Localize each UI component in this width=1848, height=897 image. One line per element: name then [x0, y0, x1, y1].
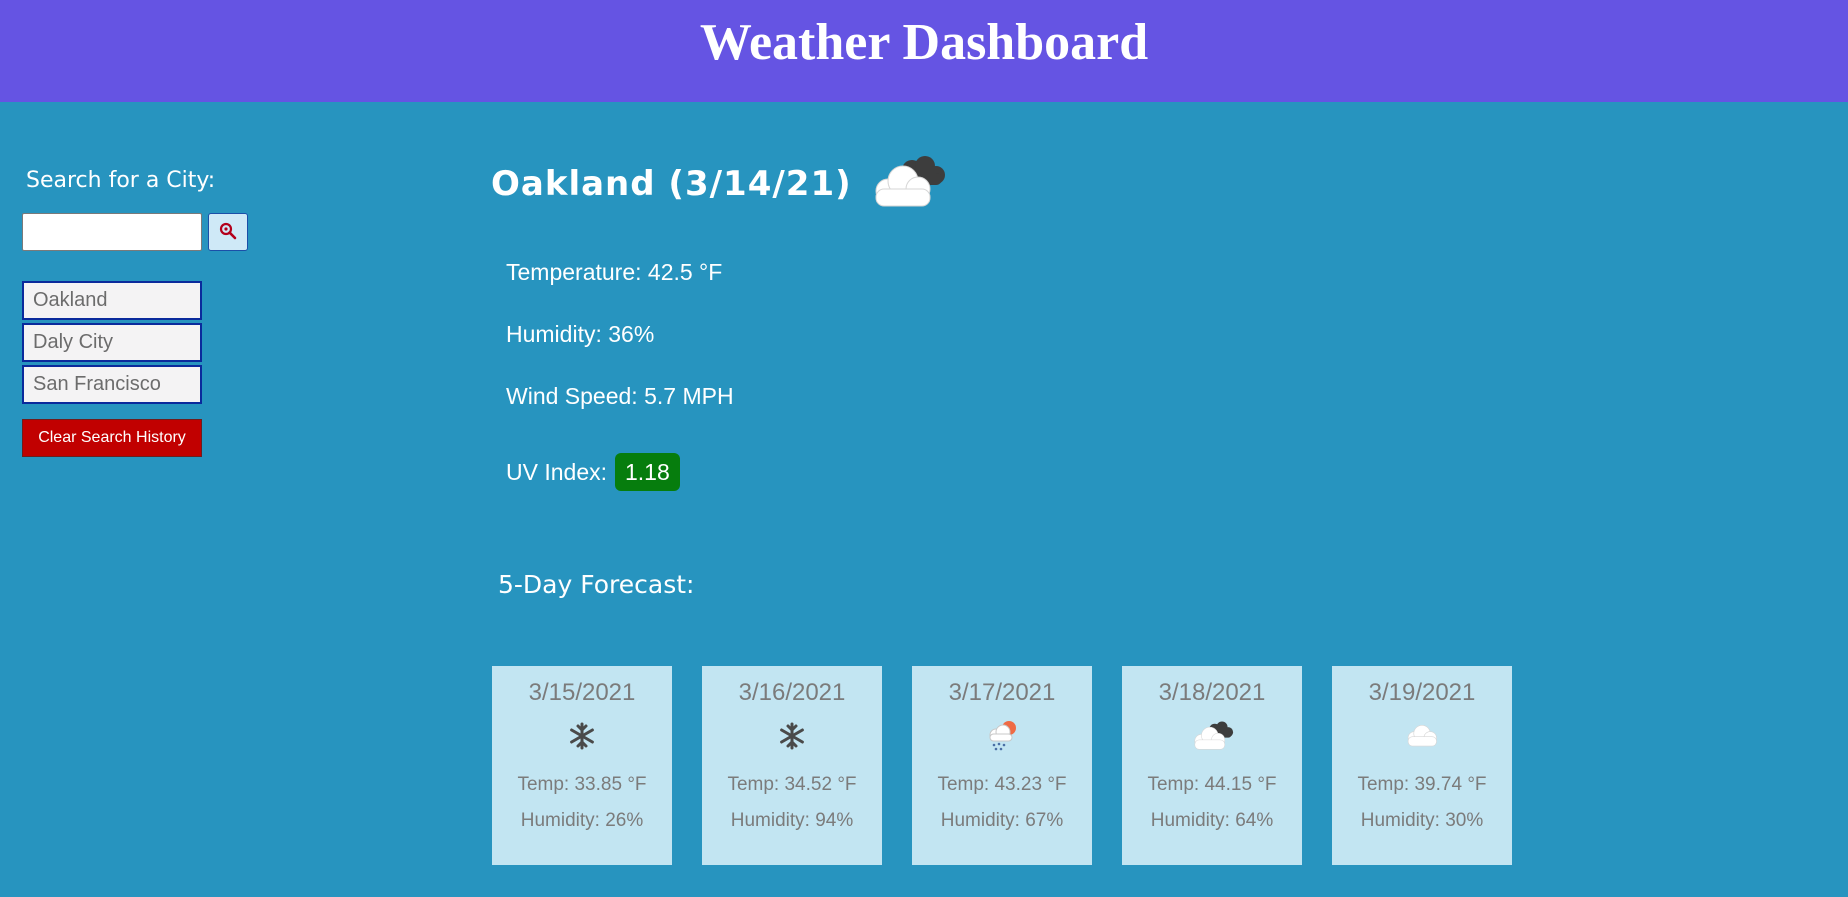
search-button[interactable] [208, 213, 248, 251]
forecast-date: 3/16/2021 [738, 679, 846, 706]
humidity-text: Humidity: 36% [506, 321, 655, 347]
forecast-card: 3/18/2021 Temp: 44.15 °F Humidity: 64% [1122, 666, 1302, 865]
forecast-cards: 3/15/2021 Temp: 33.85 °F Humidity: 26% 3… [492, 666, 1512, 865]
wind-speed-text: Wind Speed: 5.7 MPH [506, 383, 734, 409]
sidebar: Search for a City: Oakland Daly City San… [22, 168, 262, 457]
snow-icon [778, 722, 806, 755]
forecast-date: 3/17/2021 [948, 679, 1056, 706]
current-weather-header: Oakland (3/14/21) [491, 155, 948, 213]
forecast-temp: Temp: 34.52 °F [727, 774, 857, 795]
snow-icon [568, 722, 596, 755]
forecast-date: 3/15/2021 [528, 679, 636, 706]
cloudy-icon [866, 155, 948, 213]
forecast-card: 3/16/2021 Temp: 34.52 °F Humidity: 94% [702, 666, 882, 865]
history-item-oakland[interactable]: Oakland [22, 281, 202, 320]
temperature-text: Temperature: 42.5 °F [506, 259, 723, 285]
uv-index-row: UV Index: 1.18 [506, 441, 734, 503]
history-item-san-francisco[interactable]: San Francisco [22, 365, 202, 404]
uv-index-label: UV Index: [506, 459, 607, 485]
forecast-card: 3/15/2021 Temp: 33.85 °F Humidity: 26% [492, 666, 672, 865]
cloud-icon [1403, 724, 1441, 753]
forecast-humidity: Humidity: 30% [1360, 810, 1484, 831]
forecast-card: 3/17/2021 Temp: 43.23 °F Humidity: 67% [912, 666, 1092, 865]
search-icon [219, 222, 237, 243]
forecast-humidity: Humidity: 67% [940, 810, 1064, 831]
forecast-humidity: Humidity: 64% [1150, 810, 1274, 831]
forecast-temp: Temp: 39.74 °F [1357, 774, 1487, 795]
current-city-title: Oakland (3/14/21) [491, 164, 852, 204]
sun-snow-icon [985, 719, 1019, 758]
forecast-heading: 5-Day Forecast: [498, 570, 695, 599]
cloudy-icon [1189, 721, 1235, 756]
search-row [22, 213, 262, 251]
search-label: Search for a City: [26, 168, 216, 193]
clear-history-button[interactable]: Clear Search History [22, 419, 202, 457]
history-item-daly-city[interactable]: Daly City [22, 323, 202, 362]
search-history: Oakland Daly City San Francisco [22, 281, 262, 404]
forecast-date: 3/19/2021 [1368, 679, 1476, 706]
page-title: Weather Dashboard [699, 14, 1149, 71]
header: Weather Dashboard [0, 0, 1848, 102]
forecast-temp: Temp: 33.85 °F [517, 774, 647, 795]
forecast-humidity: Humidity: 94% [730, 810, 854, 831]
search-input[interactable] [22, 213, 202, 251]
uv-index-badge: 1.18 [615, 453, 680, 491]
forecast-temp: Temp: 43.23 °F [937, 774, 1067, 795]
current-stats: Temperature: 42.5 °F Humidity: 36% Wind … [506, 255, 734, 503]
forecast-date: 3/18/2021 [1158, 679, 1266, 706]
forecast-card: 3/19/2021 Temp: 39.74 °F Humidity: 30% [1332, 666, 1512, 865]
forecast-humidity: Humidity: 26% [520, 810, 644, 831]
forecast-temp: Temp: 44.15 °F [1147, 774, 1277, 795]
